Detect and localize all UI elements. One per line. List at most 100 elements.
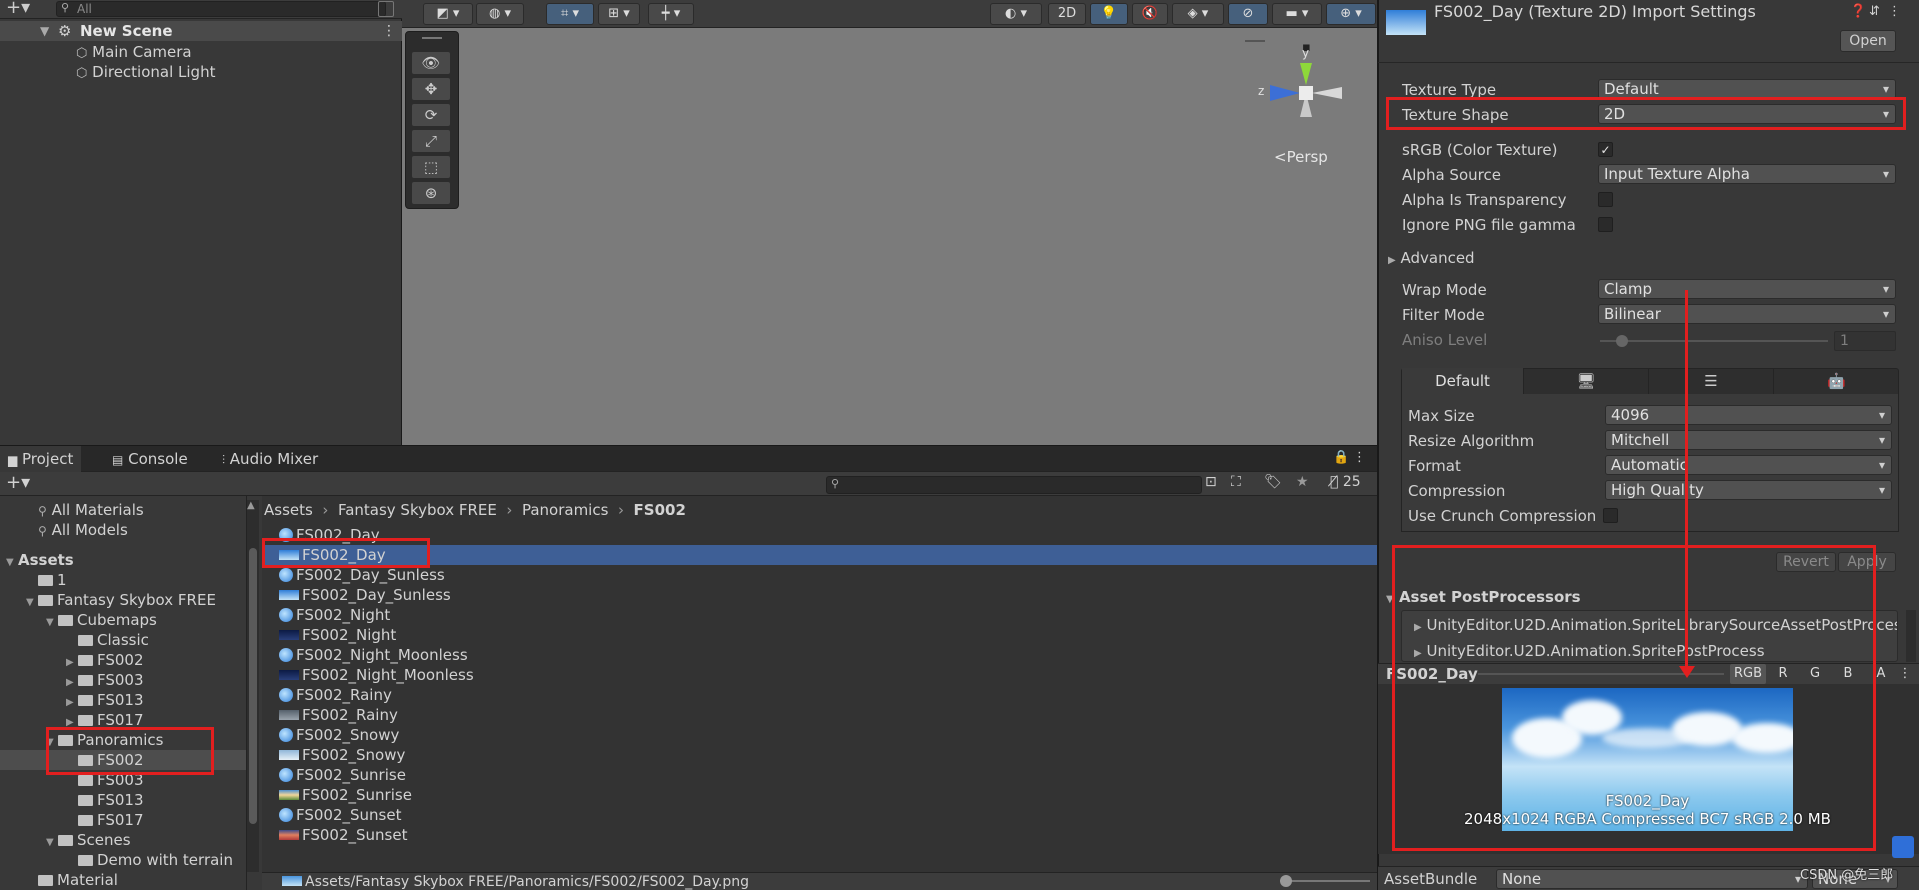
file-item[interactable]: FS002_Snowy (262, 725, 1377, 745)
breadcrumb-fantasy-skybox[interactable]: Fantasy Skybox FREE (338, 501, 497, 519)
view-tool-icon[interactable]: 👁 (412, 52, 450, 74)
platform-tab-android-icon[interactable]: 🤖 (1774, 368, 1899, 395)
inspector-menu-icon[interactable]: ⋮ (1888, 4, 1901, 19)
hidden-objects-icon[interactable]: ⊘ (1228, 3, 1268, 25)
platform-tab-server-icon[interactable]: ☰ (1649, 368, 1774, 395)
collab-badge-icon[interactable] (1892, 836, 1914, 858)
asset-bundle-dropdown[interactable]: None (1496, 869, 1808, 889)
tree-scrollbar-thumb[interactable] (249, 548, 257, 824)
platform-tab-standalone-icon[interactable]: 🖥 (1524, 368, 1649, 395)
tree-item[interactable]: Classic (66, 630, 149, 650)
file-item[interactable]: FS002_Night_Moonless (262, 645, 1377, 665)
lighting-icon[interactable]: 💡 (1090, 3, 1128, 25)
orientation-gizmo-icon[interactable] (1250, 45, 1350, 135)
search-window-icon[interactable]: ⊡ (1205, 474, 1217, 490)
file-item[interactable]: FS002_Day_Sunless (262, 585, 1377, 605)
icon-size-slider-knob[interactable] (1280, 875, 1292, 887)
tree-scrollbar[interactable] (247, 500, 259, 872)
add-icon[interactable]: +▾ (6, 0, 30, 18)
scroll-up-icon[interactable]: ▲ (247, 500, 255, 511)
move-tool-icon[interactable]: ✥ (412, 78, 450, 100)
alpha-transparency-checkbox[interactable] (1598, 192, 1613, 207)
grid-snap-button[interactable]: ⌗ ▾ (546, 3, 594, 25)
format-dropdown[interactable]: Automatic (1605, 455, 1892, 475)
file-item[interactable]: FS002_Night_Moonless (262, 665, 1377, 685)
mode-2d-button[interactable]: 2D (1048, 3, 1086, 25)
file-item[interactable]: FS002_Night (262, 625, 1377, 645)
audio-mute-icon[interactable]: 🔇 (1132, 3, 1168, 25)
file-item[interactable]: FS002_Snowy (262, 745, 1377, 765)
foldout-arrow-icon[interactable]: ▼ (46, 833, 58, 853)
project-search-input[interactable]: ⚲ (826, 476, 1202, 494)
tree-item[interactable]: 1 (26, 570, 67, 590)
tree-item[interactable]: ▶ FS003 (66, 670, 144, 690)
hierarchy-search-input[interactable]: ⚲ All (56, 1, 386, 17)
rotate-tool-icon[interactable]: ⟳ (412, 104, 450, 126)
breadcrumb-fs002[interactable]: FS002 (634, 501, 686, 519)
foldout-arrow-icon[interactable]: ▼ (46, 613, 58, 633)
tree-item[interactable]: ▶ FS002 (66, 650, 144, 670)
breadcrumb-panoramics[interactable]: Panoramics (522, 501, 608, 519)
file-item[interactable]: FS002_Night (262, 605, 1377, 625)
expand-arrow-icon[interactable]: ▼ (40, 21, 49, 41)
filter-label-icon[interactable]: 🏷 (1264, 474, 1282, 490)
foldout-arrow-icon[interactable]: ▼ (26, 593, 38, 613)
favorite-item[interactable]: ⚲ All Models (38, 520, 128, 540)
effects-dropdown[interactable]: ◈ ▾ (1172, 3, 1224, 25)
gizmos-dropdown[interactable]: ⊕ ▾ (1326, 3, 1376, 25)
file-item[interactable]: FS002_Rainy (262, 705, 1377, 725)
aniso-level-slider[interactable] (1600, 335, 1828, 347)
platform-tab-default[interactable]: Default (1402, 368, 1524, 395)
scale-tool-icon[interactable]: ⤢ (412, 130, 450, 152)
icon-size-slider[interactable] (1280, 875, 1370, 887)
foldout-arrow-icon[interactable]: ▼ (6, 553, 18, 573)
tab-console[interactable]: ▤ Console (104, 446, 196, 472)
lock-icon[interactable]: 🔒 (1333, 450, 1349, 465)
ignore-png-gamma-checkbox[interactable] (1598, 217, 1613, 232)
file-item[interactable]: FS002_Sunrise (262, 785, 1377, 805)
tree-item[interactable]: ▼ Cubemaps (46, 610, 157, 630)
max-size-dropdown[interactable]: 4096 (1605, 405, 1892, 425)
tab-menu-icon[interactable]: ⋮ (1353, 450, 1366, 465)
ruler-button[interactable]: ┿ ▾ (648, 3, 694, 25)
presets-icon[interactable]: ⇵ (1869, 4, 1880, 19)
open-button[interactable]: Open (1840, 30, 1896, 52)
help-icon[interactable]: ❓ (1850, 4, 1866, 19)
transform-tool-icon[interactable]: ⊛ (412, 182, 450, 204)
rect-tool-icon[interactable]: ⬚ (412, 156, 450, 178)
tree-item[interactable]: ▶ FS013 (66, 690, 144, 710)
texture-type-dropdown[interactable]: Default (1598, 79, 1896, 99)
draw-mode-dropdown[interactable]: ◩ ▾ (423, 3, 473, 25)
filter-type-icon[interactable]: ⛶ (1231, 474, 1241, 490)
scene-view[interactable] (402, 0, 1377, 445)
preview-menu-icon[interactable]: ⋮ (1895, 664, 1915, 684)
advanced-foldout[interactable]: ▶ Advanced (1388, 248, 1475, 271)
file-item[interactable]: FS002_Sunset (262, 805, 1377, 825)
scene-search-icon[interactable] (378, 1, 394, 17)
tab-audio-mixer[interactable]: ⫶ Audio Mixer (214, 446, 326, 472)
camera-dropdown[interactable]: ▬ ▾ (1272, 3, 1322, 25)
tree-item[interactable]: ▼ Scenes (46, 830, 131, 850)
srgb-checkbox[interactable]: ✓ (1598, 142, 1613, 157)
tree-item[interactable]: FS013 (66, 790, 144, 810)
aniso-slider-knob[interactable] (1616, 335, 1628, 347)
hierarchy-item-directional-light[interactable]: ⬡ Directional Light (76, 62, 215, 82)
persp-label[interactable]: <Persp (1274, 148, 1328, 166)
inspector-scrollbar[interactable] (1906, 610, 1916, 662)
hidden-packages-icon[interactable]: 👁̸ 25 (1330, 474, 1361, 490)
tree-item[interactable]: Demo with terrain (66, 850, 233, 870)
overlay-drag-handle[interactable] (422, 37, 442, 39)
tree-item[interactable]: ▼ Fantasy Skybox FREE (26, 590, 216, 610)
resize-algorithm-dropdown[interactable]: Mitchell (1605, 430, 1892, 450)
tab-project[interactable]: ▆ Project (0, 446, 82, 472)
tree-item[interactable]: Material (26, 870, 118, 890)
alpha-source-dropdown[interactable]: Input Texture Alpha (1598, 164, 1896, 184)
file-item[interactable]: FS002_Rainy (262, 685, 1377, 705)
file-item[interactable]: FS002_Sunrise (262, 765, 1377, 785)
filter-mode-dropdown[interactable]: Bilinear (1598, 304, 1896, 324)
gizmo-handle[interactable] (1245, 40, 1265, 42)
global-dropdown[interactable]: ◍ ▾ (476, 3, 524, 25)
gizmo-orientation-dropdown[interactable]: ◐ ▾ (990, 3, 1042, 25)
compression-dropdown[interactable]: High Quality (1605, 480, 1892, 500)
tree-item[interactable]: ▼ Assets (6, 550, 74, 570)
